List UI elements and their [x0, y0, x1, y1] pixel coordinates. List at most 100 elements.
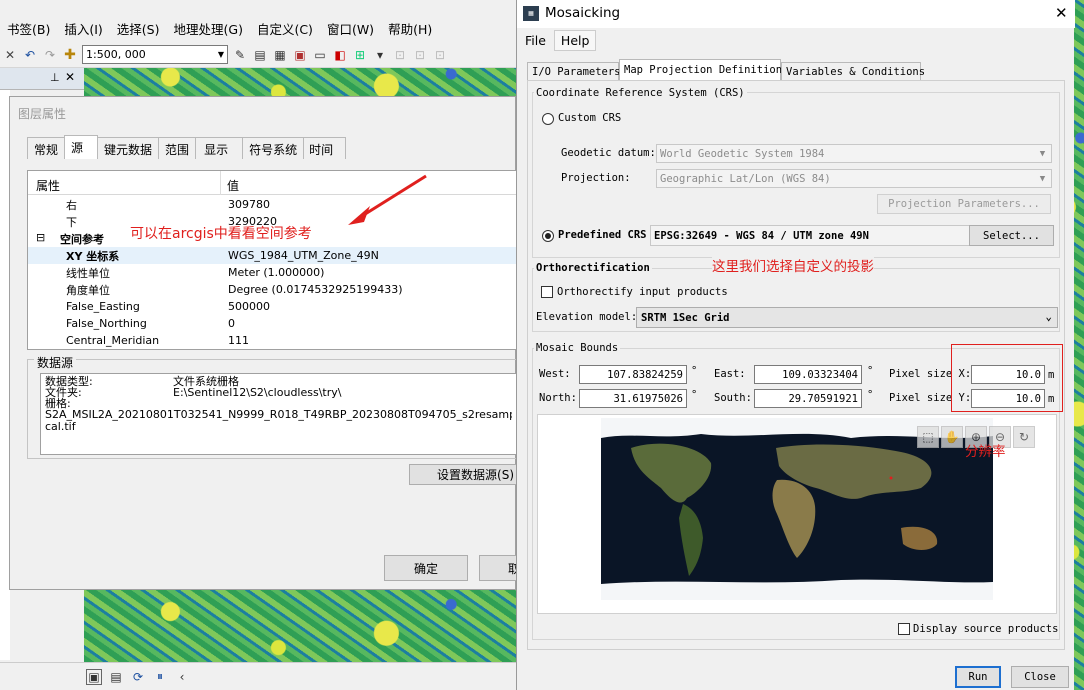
- menu-file[interactable]: File: [517, 33, 554, 48]
- menu-help[interactable]: Help: [553, 29, 597, 51]
- elevation-combobox[interactable]: SRTM 1Sec Grid ⌄: [636, 307, 1058, 328]
- app-icon: ▦: [523, 6, 539, 21]
- cancel-button[interactable]: 取: [479, 555, 520, 581]
- display-source-label: Display source products: [913, 623, 1059, 635]
- table-row[interactable]: 线性单位 Meter (1.000000): [28, 264, 518, 281]
- row-key: False_Northing: [66, 317, 147, 330]
- toc-header: ⊥ ✕: [0, 68, 84, 90]
- elevation-label: Elevation model:: [536, 311, 638, 323]
- datasource-info: 数据类型: 文件系统栅格 文件夹: E:\Sentinel12\S2\cloudle…: [40, 373, 517, 455]
- menu-help[interactable]: 帮助(H): [381, 19, 439, 38]
- tab-io-parameters[interactable]: I/O Parameters: [527, 62, 621, 80]
- reset-view-icon[interactable]: ↻: [1013, 426, 1035, 448]
- close-icon[interactable]: ✕: [65, 70, 75, 84]
- custom-crs-radio[interactable]: [542, 113, 554, 125]
- predefined-crs-radio[interactable]: [542, 230, 554, 242]
- toolbox-icon[interactable]: ◧: [332, 47, 348, 63]
- map-scale-value: 1:500, 000: [86, 48, 146, 61]
- catalog-icon[interactable]: ▣: [292, 47, 308, 63]
- pause-icon[interactable]: ⏸: [152, 669, 168, 685]
- undo-icon[interactable]: ↶: [22, 47, 38, 63]
- table-row[interactable]: Central_Meridian 111: [28, 332, 518, 349]
- ok-button[interactable]: 确定: [384, 555, 468, 581]
- menu-bookmarks[interactable]: 书签(B): [0, 19, 57, 38]
- menu-geoprocessing[interactable]: 地理处理(G): [167, 19, 250, 38]
- tab-symbology[interactable]: 符号系统: [242, 137, 305, 159]
- menu-insert[interactable]: 插入(I): [57, 19, 109, 38]
- window-titlebar: ▦ Mosaicking ✕: [517, 0, 1075, 28]
- tab-source[interactable]: 源: [64, 135, 99, 159]
- disabled-tool-icon: ⊡: [434, 47, 446, 62]
- projection-label: Projection:: [561, 172, 631, 184]
- mosaic-menubar: File Help: [517, 28, 1075, 52]
- datasource-label: 数据源: [34, 354, 77, 371]
- annotation-custom-projection: 这里我们选择自定义的投影: [712, 255, 874, 275]
- search-window-icon[interactable]: ▭: [312, 47, 328, 63]
- set-datasource-button[interactable]: 设置数据源(S): [409, 464, 517, 485]
- table-icon[interactable]: ▤: [252, 47, 268, 63]
- select-tool-icon[interactable]: ⬚: [917, 426, 939, 448]
- south-label: South:: [714, 392, 752, 404]
- layout-icon[interactable]: ▦: [272, 47, 288, 63]
- map-view-top[interactable]: [84, 68, 516, 98]
- row-value: Meter (1.000000): [228, 266, 325, 279]
- python-icon[interactable]: ▾: [372, 47, 388, 63]
- pan-tool-icon[interactable]: ✋: [941, 426, 963, 448]
- arcgis-menubar: 书签(B) 插入(I) 选择(S) 地理处理(G) 自定义(C) 窗口(W) 帮…: [0, 15, 516, 41]
- redo-icon[interactable]: ↷: [42, 47, 58, 63]
- tab-time[interactable]: 时间: [303, 137, 347, 159]
- table-row[interactable]: 右 309780: [28, 196, 518, 213]
- editor-icon[interactable]: ✎: [232, 47, 248, 63]
- table-row[interactable]: False_Northing 0: [28, 315, 518, 332]
- row-value: Degree (0.0174532925199433): [228, 283, 403, 296]
- tab-variables-conditions[interactable]: Variables & Conditions: [781, 62, 925, 80]
- select-crs-button[interactable]: Select...: [969, 225, 1054, 246]
- close-button[interactable]: Close: [1011, 666, 1069, 688]
- close-icon[interactable]: ✕: [1055, 4, 1068, 22]
- dialog-title: 图层属性: [18, 107, 67, 121]
- orthorectify-label: Orthorectify input products: [557, 286, 728, 298]
- east-label: East:: [714, 368, 746, 380]
- orthorectify-checkbox[interactable]: [541, 286, 553, 298]
- ds-raster-label: 栅格:: [45, 397, 71, 410]
- display-source-checkbox[interactable]: [898, 623, 910, 635]
- tab-extent[interactable]: 范围: [158, 137, 197, 159]
- ds-raster-name-cont: cal.tif: [45, 420, 76, 433]
- degree-unit: °: [867, 365, 874, 377]
- data-view-icon[interactable]: ▣: [86, 668, 102, 685]
- datum-label: Geodetic datum:: [561, 147, 656, 159]
- pin-icon[interactable]: ⊥: [50, 71, 60, 84]
- annotation-resolution: 分辨率: [965, 444, 1006, 460]
- model-builder-icon[interactable]: ⊞: [352, 47, 368, 63]
- refresh-icon[interactable]: ⟳: [130, 669, 146, 685]
- degree-unit: °: [691, 389, 698, 401]
- menu-windows[interactable]: 窗口(W): [320, 19, 381, 38]
- map-view-bottom[interactable]: [84, 590, 516, 662]
- add-data-icon[interactable]: ✚: [62, 47, 78, 63]
- datum-combobox: World Geodetic System 1984 ▼: [656, 144, 1052, 163]
- west-field[interactable]: 107.83824259: [579, 365, 687, 384]
- south-field[interactable]: 29.70591921: [754, 389, 862, 408]
- delete-icon[interactable]: ✕: [2, 47, 18, 63]
- run-button[interactable]: Run: [955, 666, 1001, 688]
- projection-combobox: Geographic Lat/Lon (WGS 84) ▼: [656, 169, 1052, 188]
- east-field[interactable]: 109.03323404: [754, 365, 862, 384]
- tab-display[interactable]: 显示: [195, 137, 244, 159]
- property-table-header: 属性 值: [28, 171, 518, 195]
- table-row[interactable]: XY 坐标系 WGS_1984_UTM_Zone_49N: [28, 247, 518, 264]
- menu-selection[interactable]: 选择(S): [110, 19, 167, 38]
- table-row[interactable]: 角度单位 Degree (0.0174532925199433): [28, 281, 518, 298]
- tab-key-metadata[interactable]: 键元数据: [97, 137, 160, 159]
- collapse-icon[interactable]: ⊟: [36, 231, 45, 244]
- table-row[interactable]: False_Easting 500000: [28, 298, 518, 315]
- north-value: 31.61975026: [613, 392, 683, 405]
- map-scale-combobox[interactable]: 1:500, 000 ▼: [82, 45, 228, 64]
- projection-parameters-button: Projection Parameters...: [877, 194, 1051, 214]
- mosaicking-window: ▦ Mosaicking ✕ File Help I/O Parameters …: [516, 0, 1075, 690]
- menu-customize[interactable]: 自定义(C): [250, 19, 320, 38]
- chevron-left-icon[interactable]: ‹: [174, 669, 190, 685]
- tab-map-projection[interactable]: Map Projection Definition: [619, 59, 782, 80]
- north-field[interactable]: 31.61975026: [579, 389, 687, 408]
- layout-view-icon[interactable]: ▤: [108, 669, 124, 685]
- tab-general[interactable]: 常规: [27, 137, 66, 159]
